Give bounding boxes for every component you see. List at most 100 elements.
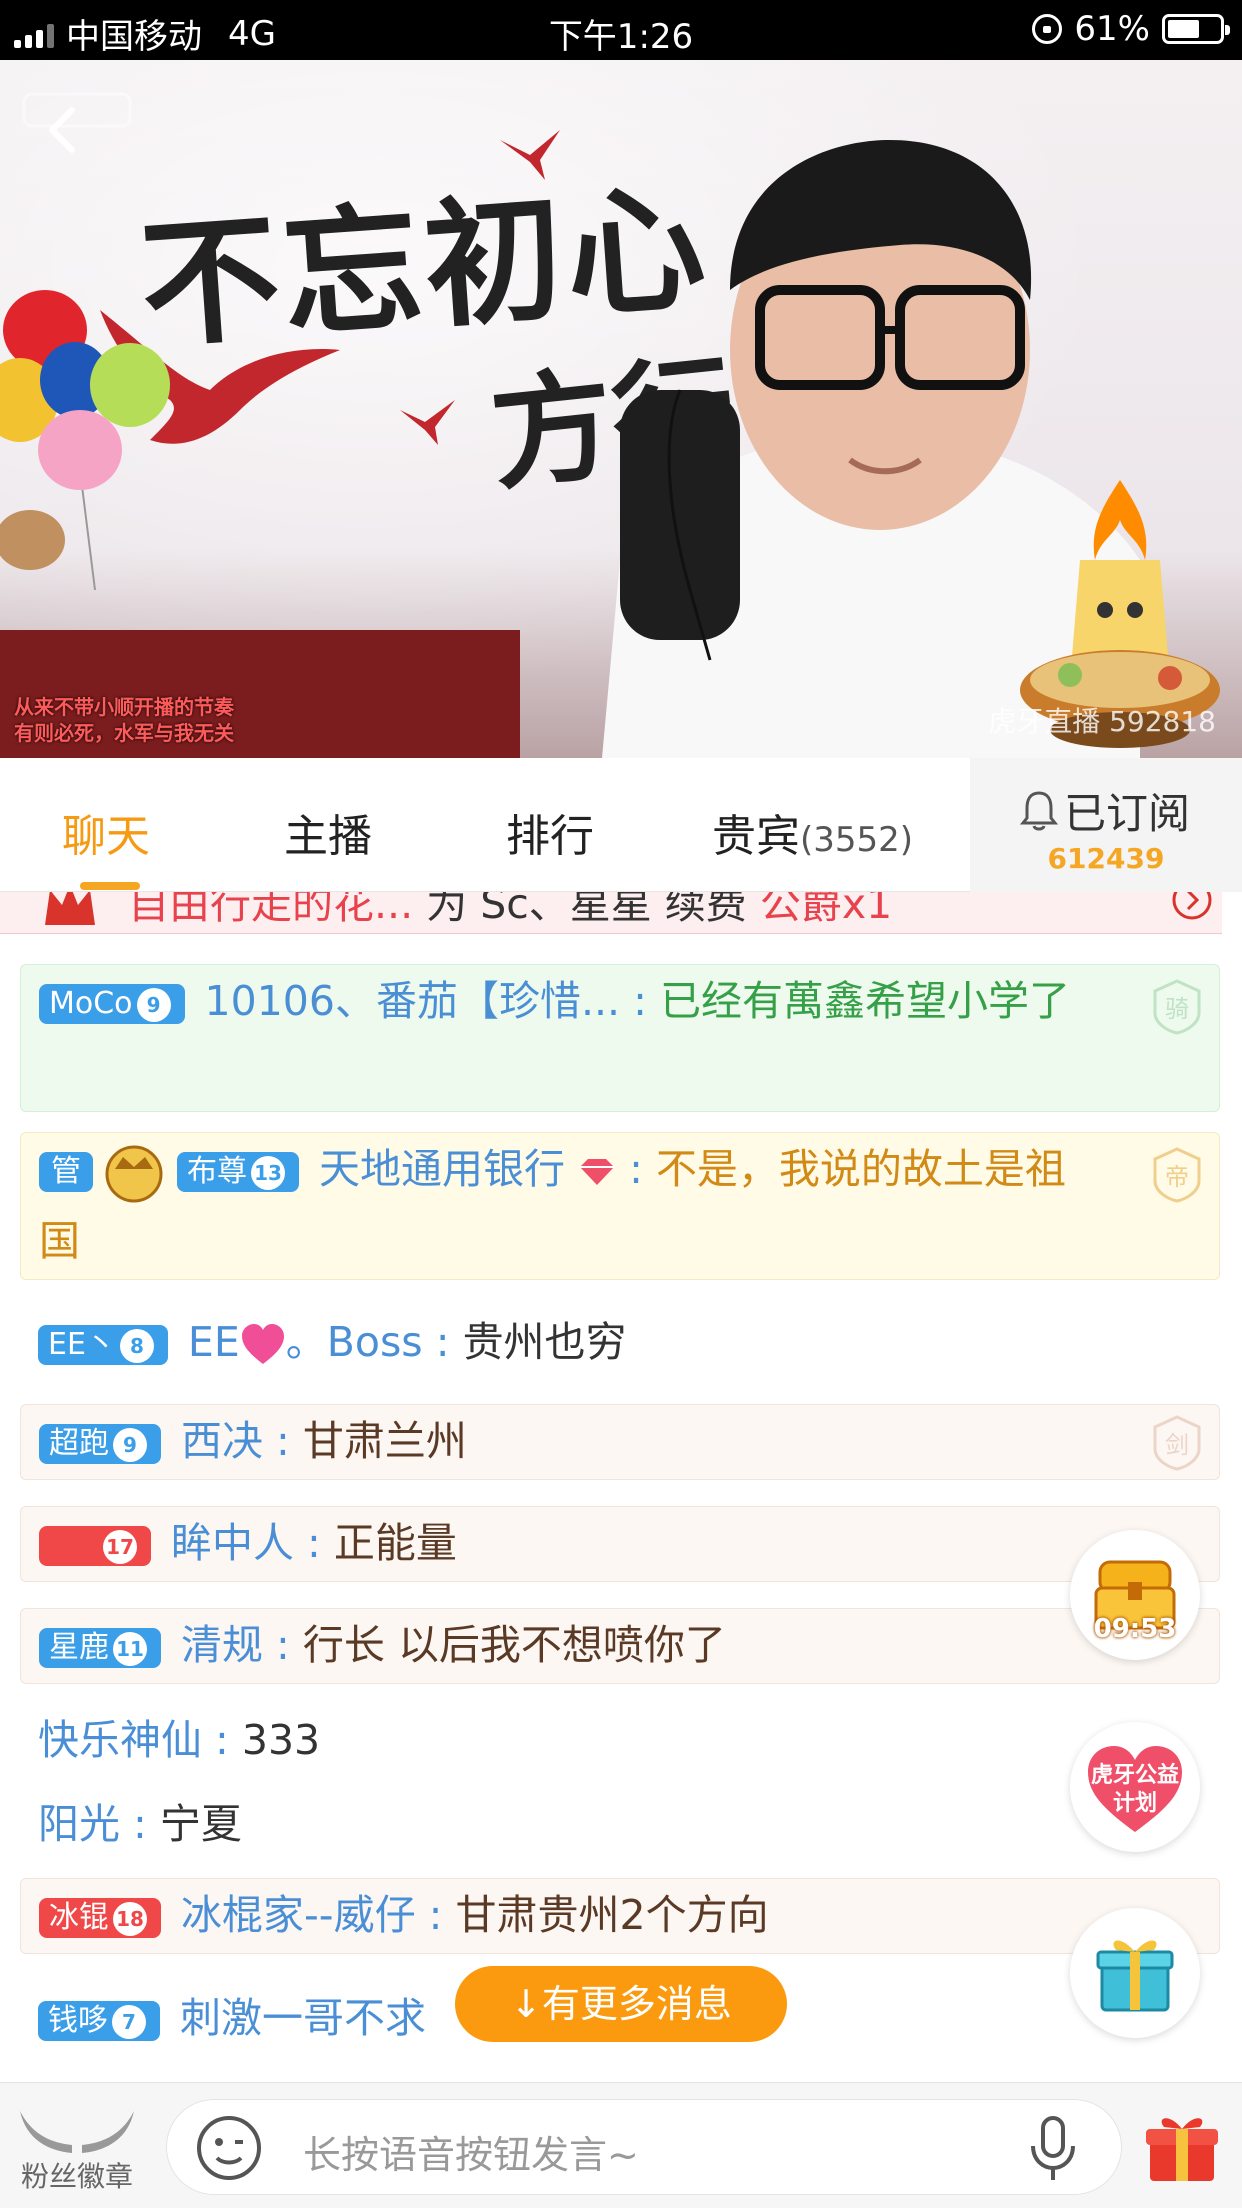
fan-badge-name: 布尊 [187,1154,247,1189]
message-text: 已经有萬鑫希望小学了 [659,977,1070,1025]
username[interactable]: EE [188,1318,240,1366]
treasure-chest-button[interactable]: 09:53 [1070,1530,1200,1660]
chat-message[interactable]: 冰锟 18 冰棍家--威仔 : 甘肃贵州2个方向 [20,1878,1220,1954]
fan-badge-level: 18 [113,1901,147,1936]
message-text: 甘肃兰州 [302,1417,467,1465]
message-text: 333 [241,1716,321,1764]
tab-vip[interactable]: 贵宾(3552) [712,800,913,864]
fan-badge[interactable]: 超跑 9 [39,1424,161,1464]
sword-tag-label: 剑 [1165,1431,1189,1459]
admin-badge: 管 [39,1152,93,1192]
fan-badge-name: 超跑 [49,1426,109,1461]
username[interactable]: 10106、番茄【珍惜... [205,977,621,1025]
battery-percent: 61% [1074,9,1150,49]
tab-streamer[interactable]: 主播 [284,800,372,864]
username[interactable]: 西决 [181,1417,263,1465]
username[interactable]: 冰棍家--威仔 [181,1891,416,1939]
video-caption: 从来不带小顺开播的节奏 有则必死，水军与我无关 [14,694,234,746]
microphone-icon[interactable] [1023,2114,1083,2184]
chat-message[interactable]: 管 布尊 13 天地通用银行 : 不是，我说的故土是祖国 帝 [20,1132,1220,1280]
heart-icon [241,1324,284,1364]
red-bird-small-2 [400,400,455,445]
fan-badge-level: 11 [113,1631,147,1666]
fan-badge-name: 星鹿 [49,1630,109,1665]
caption-line-1: 从来不带小顺开播的节奏 [14,695,234,719]
charity-label: 虎牙公益 计划 [1070,1762,1200,1818]
subscribe-text: 已订阅 [1064,789,1191,838]
fan-badge[interactable]: 星鹿 11 [39,1628,161,1668]
chat-message[interactable]: 快乐神仙 : 333 [20,1704,1220,1776]
active-tab-indicator [80,882,140,890]
message-text: 行长 以后我不想喷你了 [302,1621,726,1669]
wings-icon [20,2111,134,2153]
rotation-lock-icon [1032,14,1063,44]
status-bar: 中国移动 4G 下午1:26 61% [0,0,1242,60]
fan-badge[interactable]: EE丶 8 [38,1325,168,1365]
chat-message[interactable]: 超跑 9 西决 : 甘肃兰州 剑 [20,1404,1220,1480]
message-text: 贵州也穷 [462,1318,627,1366]
chat-message[interactable]: MoCo 9 10106、番茄【珍惜... : 已经有萬鑫希望小学了 骑 [20,964,1220,1112]
fan-badge-button[interactable]: 粉丝徽章 [12,2105,142,2193]
gift-icon[interactable] [1142,2107,1222,2187]
battery-icon [1162,14,1230,44]
fan-badge[interactable]: 钱哆 7 [38,2001,160,2041]
chat-input-placeholder: 长按语音按钮发言~ [303,2133,639,2177]
username[interactable]: 清规 [181,1621,263,1669]
chat-message[interactable]: 阳光 : 宁夏 [20,1788,1220,1860]
tab-ranking[interactable]: 排行 [506,800,594,864]
subscribe-button[interactable]: 已订阅 612439 [970,758,1242,892]
balloons [0,290,170,590]
fan-badge[interactable]: MoCo 9 [39,984,185,1024]
caption-line-2: 有则必死，水军与我无关 [14,721,234,745]
fan-badge-level: 8 [119,1328,154,1363]
message-text: 宁夏 [159,1800,242,1848]
bell-icon [1020,790,1058,830]
chat-message[interactable]: 星鹿 11 清规 : 行长 以后我不想喷你了 [20,1608,1220,1684]
fan-badge-level: 9 [136,987,171,1022]
banner-user: 自由行走的花... [128,892,414,928]
emperor-tag-icon: 帝 [1153,1147,1201,1203]
fan-badge-name: 钱哆 [48,2003,108,2038]
banner-text: 自由行走的花... 为 Sc、星星 续费 公爵x1 [128,892,892,930]
charity-button[interactable]: 虎牙公益 计划 [1070,1722,1200,1852]
live-video[interactable]: 不忘初心 方行 从来不带小顺开播的节奏 有则必死，水军与我无关 虎牙直播 592… [0,60,1242,758]
diamond-icon [580,1159,615,1185]
username[interactable]: 快乐神仙 [38,1716,202,1764]
username[interactable]: 天地通用银行 [319,1145,565,1193]
noble-crown-icon [45,892,95,925]
fan-badge-name: EE丶 [48,1327,116,1362]
banner-gift: 公爵x1 [759,892,893,928]
username[interactable]: 阳光 [38,1800,120,1848]
gift-box-icon [1096,1940,1174,2012]
fan-badge-name: 冰锟 [49,1900,109,1935]
fan-badge-name: MoCo [49,986,133,1021]
ride-tag-icon: 骑 [1153,979,1201,1035]
subscribe-label-row: 已订阅 [1020,780,1190,841]
emperor-tag-label: 帝 [1165,1163,1189,1191]
banner-action: 为 Sc、星星 续费 [426,892,747,928]
fan-badge[interactable]: 17 [39,1526,151,1566]
fan-badge-label: 粉丝徽章 [20,2160,133,2193]
chat-message[interactable]: 17 眸中人 : 正能量 [20,1506,1220,1582]
username[interactable]: 刺激一哥不求 [180,1994,426,2042]
username-suffix[interactable]: 。Boss [286,1318,423,1366]
fan-badge[interactable]: 冰锟 18 [39,1898,161,1938]
more-messages-button[interactable]: ↓有更多消息 [455,1966,787,2042]
chat-input[interactable]: 长按语音按钮发言~ [166,2099,1122,2195]
message-text: 正能量 [333,1519,457,1567]
platform-watermark: 虎牙直播 592818 [988,705,1216,738]
charity-label-line1: 虎牙公益 [1090,1763,1179,1788]
red-bird-small-1 [500,130,560,180]
back-icon[interactable] [34,100,94,160]
emoji-icon[interactable] [195,2114,263,2182]
username[interactable]: 眸中人 [171,1519,294,1567]
banner-arrow-icon[interactable] [1170,892,1214,922]
chat-message[interactable]: EE丶 8 EE 。Boss : 贵州也穷 [20,1306,1220,1386]
fan-badge[interactable]: 布尊 13 [177,1152,299,1192]
gift-box-button[interactable] [1070,1908,1200,2038]
fan-badge-level: 7 [112,2004,146,2039]
status-right: 61% [1032,9,1230,49]
chat-list[interactable]: 自由行走的花... 为 Sc、星星 续费 公爵x1 MoCo 9 10106、番茄【… [0,892,1242,2082]
fan-badge-level: 9 [113,1427,147,1462]
tab-chat[interactable]: 聊天 [62,800,150,864]
